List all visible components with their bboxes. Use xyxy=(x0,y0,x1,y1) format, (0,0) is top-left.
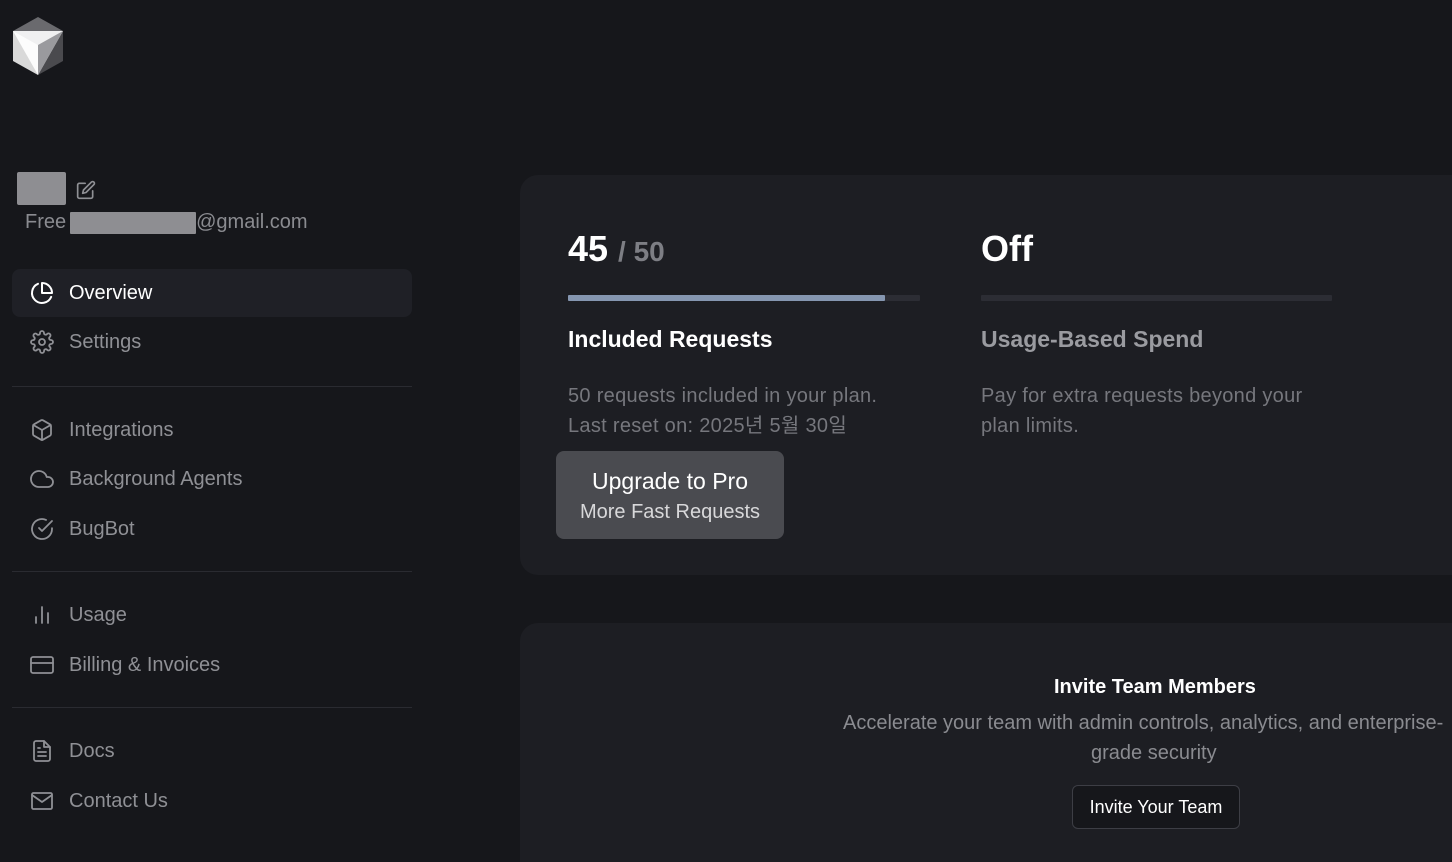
plan-label: Free xyxy=(25,211,67,233)
cube-icon xyxy=(30,418,54,442)
sidebar-divider xyxy=(12,707,412,708)
cloud-icon xyxy=(30,467,54,491)
invite-team-title: Invite Team Members xyxy=(1054,676,1256,698)
usage-based-progress xyxy=(981,295,1332,301)
upgrade-button-sublabel: More Fast Requests xyxy=(579,501,761,523)
included-requests-progress xyxy=(568,295,920,301)
mail-icon xyxy=(30,789,54,813)
usage-based-desc-line1: Pay for extra requests beyond your xyxy=(981,385,1303,407)
pie-chart-icon xyxy=(30,281,54,305)
sidebar-item-label: Background Agents xyxy=(69,467,243,490)
requests-used: 45 xyxy=(568,228,609,269)
invite-team-desc-line1: Accelerate your team with admin controls… xyxy=(843,712,1444,734)
bar-chart-icon xyxy=(30,603,54,627)
included-requests-desc: 50 requests included in your plan. Last … xyxy=(568,381,877,441)
sidebar-item-docs[interactable]: Docs xyxy=(12,727,412,775)
invite-your-team-button[interactable]: Invite Your Team xyxy=(1072,785,1240,829)
included-desc-line1: 50 requests included in your plan. xyxy=(568,385,878,407)
sidebar-item-integrations[interactable]: Integrations xyxy=(12,406,412,454)
invite-team-desc-line2: grade security xyxy=(1091,742,1217,764)
upgrade-to-pro-button[interactable]: Upgrade to Pro More Fast Requests xyxy=(556,451,784,539)
sidebar-item-background-agents[interactable]: Background Agents xyxy=(12,455,412,503)
document-icon xyxy=(30,739,54,763)
sidebar-item-label: Integrations xyxy=(69,418,174,441)
dashboard-root: Free @gmail.com Overview Settings Integr… xyxy=(0,0,1452,862)
requests-limit: / 50 xyxy=(618,236,665,267)
user-plan-email: Free @gmail.com xyxy=(25,211,308,234)
sidebar-item-settings[interactable]: Settings xyxy=(12,318,412,366)
check-circle-icon xyxy=(30,517,54,541)
invite-team-card xyxy=(520,623,1452,862)
sidebar-item-bugbot[interactable]: BugBot xyxy=(12,505,412,553)
sidebar-item-label: Contact Us xyxy=(69,789,168,812)
usage-based-desc-line2: plan limits. xyxy=(981,415,1080,437)
sidebar-item-overview[interactable]: Overview xyxy=(12,269,412,317)
upgrade-button-label: Upgrade to Pro xyxy=(592,468,748,494)
sidebar-item-label: Billing & Invoices xyxy=(69,653,221,676)
sidebar-item-label: Overview xyxy=(69,281,153,304)
email-suffix: @gmail.com xyxy=(196,211,308,233)
usage-based-desc: Pay for extra requests beyond your plan … xyxy=(981,381,1302,441)
edit-icon[interactable] xyxy=(76,180,96,200)
gear-icon xyxy=(30,330,54,354)
sidebar-item-contact[interactable]: Contact Us xyxy=(12,777,412,825)
avatar xyxy=(17,172,66,205)
sidebar-item-billing[interactable]: Billing & Invoices xyxy=(12,641,412,689)
included-requests-count: 45 / 50 xyxy=(568,228,665,270)
sidebar-item-label: Usage xyxy=(69,603,127,626)
usage-based-status: Off xyxy=(981,228,1033,270)
included-requests-progress-fill xyxy=(568,295,885,301)
redacted-email xyxy=(70,211,197,234)
sidebar: Free @gmail.com Overview Settings Integr… xyxy=(0,0,430,862)
sidebar-item-label: BugBot xyxy=(69,517,135,540)
included-requests-title: Included Requests xyxy=(568,326,773,352)
sidebar-item-label: Settings xyxy=(69,330,142,353)
sidebar-item-usage[interactable]: Usage xyxy=(12,591,412,639)
usage-based-status-value: Off xyxy=(981,228,1033,269)
credit-card-icon xyxy=(30,653,54,677)
included-desc-line2: Last reset on: 2025년 5월 30일 xyxy=(568,415,848,437)
usage-based-title: Usage-Based Spend xyxy=(981,326,1204,352)
sidebar-item-label: Docs xyxy=(69,739,115,762)
sidebar-divider xyxy=(12,571,412,572)
sidebar-divider xyxy=(12,386,412,387)
